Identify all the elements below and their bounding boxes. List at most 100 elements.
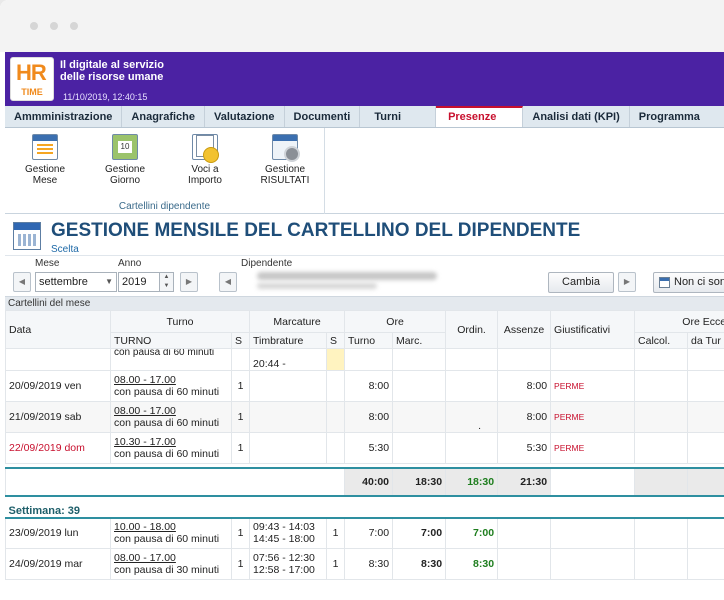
- voci-importo-button[interactable]: Voci a Importo: [175, 134, 235, 186]
- col-giustificativi[interactable]: Giustificativi: [550, 310, 636, 349]
- menu-item-turni[interactable]: Turni: [360, 106, 437, 127]
- totals-label-cell: [5, 466, 346, 497]
- cambia-button[interactable]: Cambia: [548, 272, 614, 293]
- timbratura: 12:58 - 17:00: [253, 564, 315, 576]
- turno-link[interactable]: 10.00 - 18.00: [114, 521, 176, 533]
- timbratura-text: 20:44 -: [253, 358, 286, 370]
- row-date[interactable]: 21/09/2019 sab: [5, 401, 111, 433]
- turno-link[interactable]: 08.00 - 17.00: [114, 552, 176, 564]
- hr-time-logo[interactable]: HR TIME: [10, 57, 54, 101]
- table-row[interactable]: 22/09/2019 dom 10.30 - 17.00 con pausa di…: [5, 432, 724, 464]
- results-settings-icon: [272, 134, 300, 162]
- menu-item-amministrazione[interactable]: Ammministrazione: [5, 106, 123, 127]
- timbratura: 09:43 - 14:03: [253, 521, 315, 534]
- row-giustificativo[interactable]: [550, 517, 636, 549]
- arrow-left-icon: ◀: [224, 277, 232, 286]
- turno-link[interactable]: 08.00 - 17.00: [114, 405, 176, 417]
- row-timbrature: [249, 432, 328, 464]
- menu-item-documenti[interactable]: Documenti: [285, 106, 361, 127]
- table-row[interactable]: 21/09/2019 sab 08.00 - 17.00 con pausa di…: [5, 401, 724, 433]
- button-label: RISULTATI: [260, 175, 310, 186]
- mese-label: Mese: [35, 258, 60, 269]
- window-dot-icon[interactable]: [50, 22, 58, 30]
- calendar-month-icon: [32, 134, 58, 160]
- dipendente-name-redacted[interactable]: [249, 272, 449, 292]
- col-turno[interactable]: Turno: [109, 310, 251, 333]
- redacted-text: [257, 283, 377, 289]
- window-dot-icon[interactable]: [70, 22, 78, 30]
- row-assenze: 8:00: [497, 370, 552, 402]
- mese-select[interactable]: settembre ▼: [35, 272, 117, 292]
- row-date[interactable]: 20/09/2019 ven: [5, 370, 111, 402]
- col-ore-marc[interactable]: Marc.: [392, 332, 447, 349]
- ribbon-group-cartellini: Gestione Mese Gestione Giorno Voci a Imp…: [5, 128, 325, 214]
- col-ore-turno[interactable]: Turno: [344, 332, 394, 349]
- row-s2: 1: [326, 517, 346, 549]
- row-ordinarie: [445, 432, 499, 464]
- row-marc: [392, 370, 447, 402]
- non-ci-sono-button[interactable]: Non ci sono: [653, 272, 724, 293]
- row-date[interactable]: 23/09/2019 lun: [5, 517, 111, 549]
- next-month-button[interactable]: ▶: [180, 272, 198, 292]
- table-row[interactable]: 20/09/2019 ven 08.00 - 17.00 con pausa di…: [5, 370, 724, 402]
- logo-subtext: TIME: [21, 87, 43, 97]
- col-ordinarie[interactable]: Ordin.: [445, 310, 499, 349]
- col-assenze[interactable]: Assenze: [497, 310, 552, 349]
- row-marc: [392, 432, 447, 464]
- button-label: Voci a: [191, 164, 219, 175]
- col-timbrature[interactable]: Timbrature: [249, 332, 328, 349]
- gestione-giorno-button[interactable]: Gestione Giorno: [95, 134, 155, 186]
- row-giustificativo[interactable]: [550, 548, 636, 580]
- table-row[interactable]: 23/09/2019 lun 10.00 - 18.00 con pausa di…: [5, 517, 724, 549]
- cell: [634, 466, 689, 497]
- col-data[interactable]: Data: [5, 310, 111, 349]
- row-giustificativo[interactable]: PERME: [550, 432, 636, 464]
- col-s-marcature[interactable]: S: [326, 332, 346, 349]
- cell: [634, 401, 689, 433]
- prev-month-button[interactable]: ◀: [13, 272, 31, 292]
- row-timbrature: 07:56 - 12:30 12:58 - 17:00: [249, 548, 328, 580]
- next-employee-button[interactable]: ▶: [618, 272, 636, 292]
- col-ore[interactable]: Ore: [344, 310, 447, 333]
- cartellini-table: Data Turno Marcature Ore Ordin. Assenze …: [5, 310, 724, 580]
- filter-bar: Mese ◀ settembre ▼ Anno 2019 ▲ ▼ ▶ Dipend…: [5, 256, 724, 296]
- gestione-risultati-button[interactable]: Gestione RISULTATI: [255, 134, 315, 186]
- turno-link[interactable]: 10.30 - 17.00: [114, 436, 176, 448]
- menu-item-programma[interactable]: Programma: [630, 106, 724, 127]
- gestione-mese-button[interactable]: Gestione Mese: [15, 134, 75, 186]
- col-da-turno[interactable]: da Tur: [687, 332, 724, 349]
- cell: [550, 348, 636, 371]
- page-subtitle: Scelta: [51, 244, 79, 255]
- row-timbrature: [249, 370, 328, 402]
- cell: [634, 370, 689, 402]
- anno-stepper[interactable]: ▲ ▼: [160, 272, 174, 292]
- anno-input[interactable]: 2019: [118, 272, 160, 292]
- row-giustificativo[interactable]: PERME: [550, 401, 636, 433]
- menu-item-valutazione[interactable]: Valutazione: [205, 106, 285, 127]
- calendar-day-icon: [112, 134, 138, 160]
- col-calcolate[interactable]: Calcol.: [634, 332, 689, 349]
- cell: [634, 348, 689, 371]
- col-s-turno[interactable]: S: [230, 332, 251, 349]
- cell: [634, 517, 689, 549]
- row-turno: 10.00 - 18.00 con pausa di 60 minuti: [110, 517, 232, 549]
- arrow-right-icon: ▶: [623, 277, 631, 286]
- anno-value: 2019: [122, 276, 147, 288]
- menu-item-presenze[interactable]: Presenze: [436, 106, 524, 127]
- menu-item-anagrafiche[interactable]: Anagrafiche: [122, 106, 205, 127]
- turno-link[interactable]: 08.00 - 17.00: [114, 374, 176, 386]
- row-ore-turno: 8:00: [344, 370, 394, 402]
- col-marcature[interactable]: Marcature: [249, 310, 346, 333]
- window-dot-icon[interactable]: [30, 22, 38, 30]
- table-row[interactable]: con pausa di 60 minuti 20:44 -: [5, 348, 724, 371]
- menu-item-analisi-dati[interactable]: Analisi dati (KPI): [523, 106, 630, 127]
- prev-employee-button[interactable]: ◀: [219, 272, 237, 292]
- row-date[interactable]: 24/09/2019 mar: [5, 548, 111, 580]
- row-giustificativo[interactable]: PERME: [550, 370, 636, 402]
- row-turno: 08.00 - 17.00 con pausa di 60 minuti: [110, 370, 232, 402]
- row-date-holiday[interactable]: 22/09/2019 dom: [5, 432, 111, 464]
- pausa-text: con pausa di 60 minuti: [114, 417, 220, 429]
- table-row[interactable]: 24/09/2019 mar 08.00 - 17.00 con pausa di…: [5, 548, 724, 580]
- col-ore-eccedenti[interactable]: Ore Ecce: [634, 310, 724, 333]
- col-turno-sub[interactable]: TURNO: [110, 332, 232, 349]
